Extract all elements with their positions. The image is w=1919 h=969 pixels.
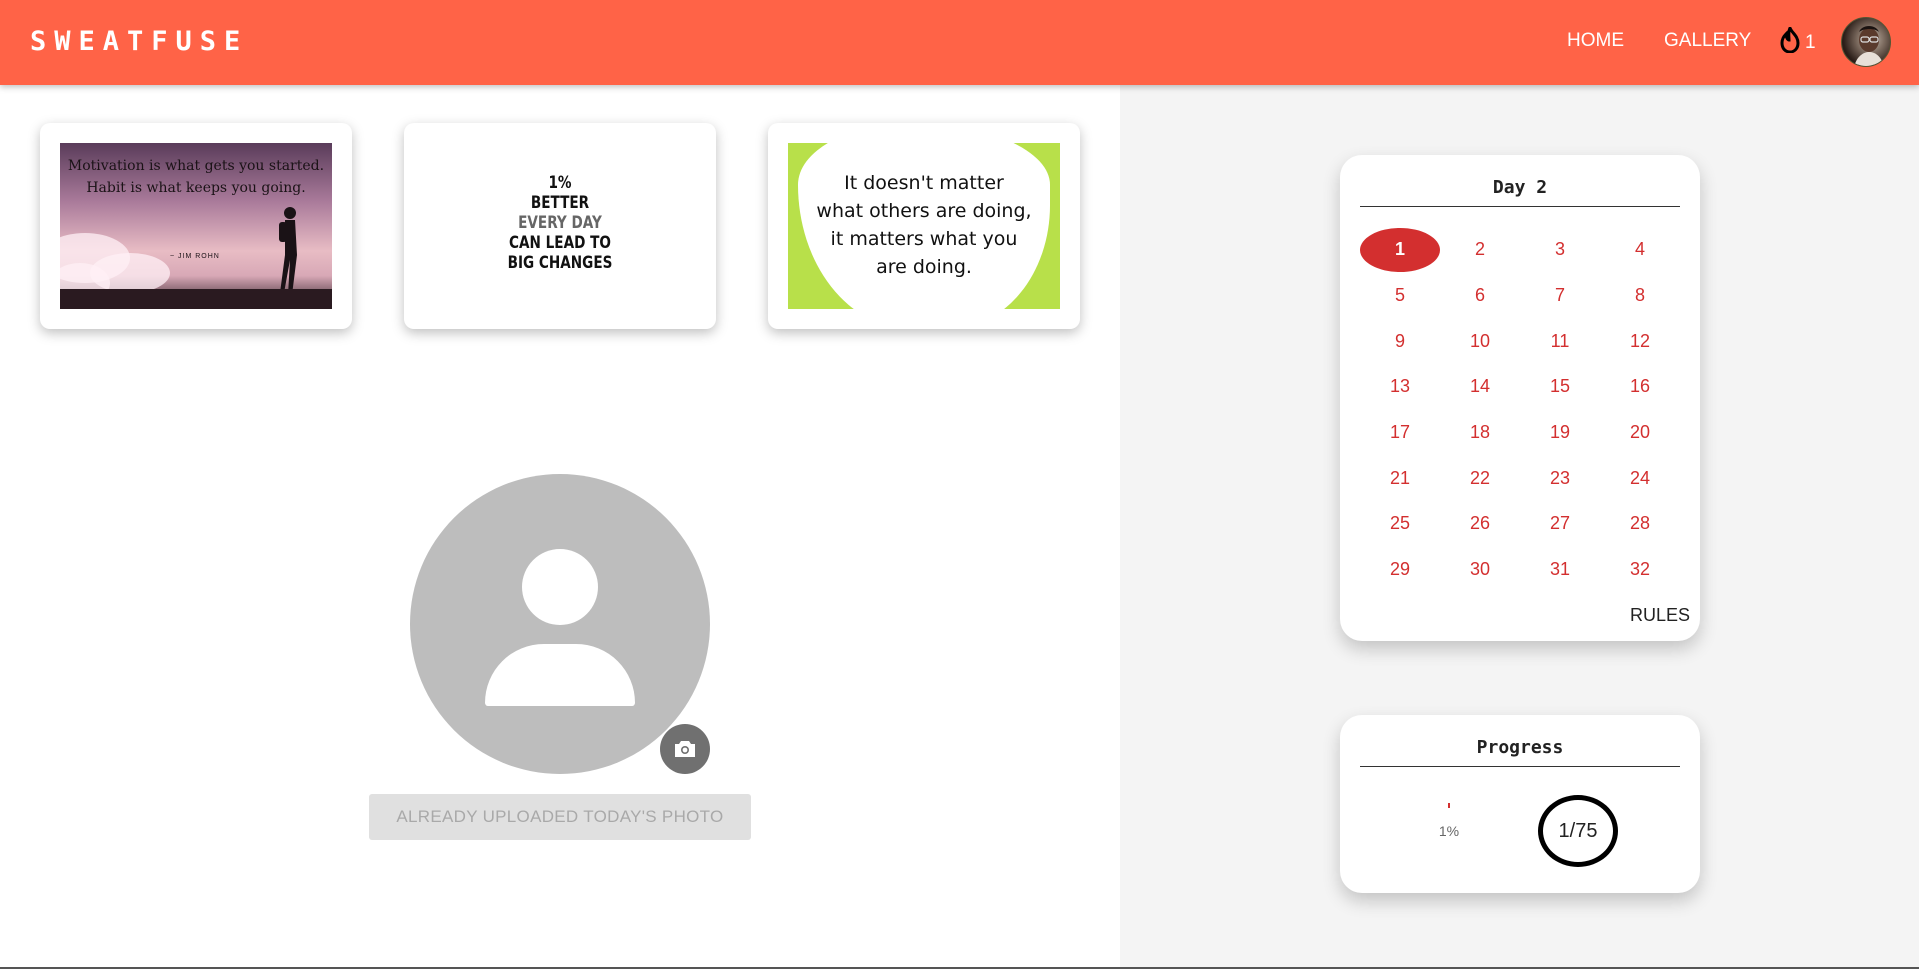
calendar-day[interactable]: 32 (1600, 547, 1680, 593)
calendar-day[interactable]: 15 (1520, 364, 1600, 410)
calendar-day-label: 17 (1389, 422, 1411, 443)
progress-bar-fill (1448, 803, 1450, 808)
calendar-day[interactable]: 5 (1360, 273, 1440, 319)
calendar-card: Day 2 1 2 3 4 5 6 7 8 9 10 11 12 13 14 15 16 17 18 19 20 21 2… (1340, 155, 1700, 641)
calendar-day-label: 10 (1469, 330, 1491, 351)
calendar-day-label: 21 (1389, 467, 1411, 488)
calendar-day[interactable]: 4 (1600, 227, 1680, 273)
calendar-day-label: 28 (1629, 513, 1651, 534)
calendar-day[interactable]: 28 (1600, 501, 1680, 547)
calendar-day[interactable]: 3 (1520, 227, 1600, 273)
calendar-day[interactable]: 19 (1520, 410, 1600, 456)
brand-logo[interactable]: SWEATFUSE (30, 26, 248, 57)
nav-gallery-link[interactable]: GALLERY (1664, 30, 1751, 52)
calendar-day[interactable]: 7 (1520, 273, 1600, 319)
calendar-day[interactable]: 16 (1600, 364, 1680, 410)
calendar-day[interactable]: 14 (1440, 364, 1520, 410)
calendar-day-label: 29 (1389, 559, 1411, 580)
calendar-day-label: 23 (1549, 467, 1571, 488)
calendar-day[interactable]: 1 (1360, 227, 1440, 273)
quote-image-3: It doesn't matter what others are doing,… (788, 143, 1060, 309)
calendar-day-label: 19 (1549, 422, 1571, 443)
person-body-icon (485, 644, 635, 706)
calendar-day-label: 13 (1389, 376, 1411, 397)
hiker-silhouette (279, 207, 297, 295)
calendar-day-label: 3 (1554, 239, 1565, 260)
calendar-day-label: 9 (1394, 330, 1405, 351)
progress-percent: 1% (1438, 823, 1460, 839)
day-grid: 1 2 3 4 5 6 7 8 9 10 11 12 13 14 15 16 17 18 19 20 21 22 23 24 2… (1360, 227, 1680, 593)
calendar-day-label: 6 (1474, 285, 1485, 306)
calendar-day[interactable]: 2 (1440, 227, 1520, 273)
progress-title: Progress (1360, 737, 1680, 767)
calendar-day[interactable]: 6 (1440, 273, 1520, 319)
progress-bar (1448, 803, 1450, 808)
quote-image-2: 1% BETTER EVERY DAY CAN LEAD TO BIG CHAN… (424, 143, 696, 309)
user-avatar[interactable] (1841, 17, 1891, 67)
calendar-day-label: 24 (1629, 467, 1651, 488)
fire-icon (1779, 24, 1801, 58)
calendar-day[interactable]: 27 (1520, 501, 1600, 547)
quote-2-text: 1% BETTER EVERY DAY CAN LEAD TO BIG CHAN… (507, 173, 613, 273)
calendar-day[interactable]: 12 (1600, 318, 1680, 364)
calendar-day[interactable]: 23 (1520, 455, 1600, 501)
calendar-day[interactable]: 9 (1360, 318, 1440, 364)
calendar-day-label: 8 (1634, 285, 1645, 306)
calendar-day-label: 1 (1360, 227, 1440, 272)
nav-home-link[interactable]: HOME (1567, 30, 1624, 52)
rules-link[interactable]: RULES (1630, 605, 1690, 626)
top-navbar: SWEATFUSE HOME GALLERY 1 (0, 0, 1919, 85)
calendar-day-label: 11 (1550, 330, 1570, 351)
upload-photo-button[interactable]: ALREADY UPLOADED TODAY'S PHOTO (369, 794, 751, 840)
calendar-day[interactable]: 25 (1360, 501, 1440, 547)
calendar-day[interactable]: 31 (1520, 547, 1600, 593)
streak-count: 1 (1805, 31, 1816, 53)
progress-count-ring: 1/75 (1538, 795, 1618, 867)
calendar-day-label: 26 (1469, 513, 1491, 534)
calendar-day[interactable]: 24 (1600, 455, 1680, 501)
quote-1-author: ~ JIM ROHN (170, 253, 220, 260)
calendar-day-label: 30 (1469, 559, 1491, 580)
calendar-day-label: 25 (1389, 513, 1411, 534)
calendar-day[interactable]: 17 (1360, 410, 1440, 456)
calendar-day-label: 18 (1469, 422, 1491, 443)
calendar-day[interactable]: 20 (1600, 410, 1680, 456)
calendar-day[interactable]: 8 (1600, 273, 1680, 319)
calendar-day-label: 14 (1469, 376, 1491, 397)
calendar-day-label: 7 (1554, 285, 1565, 306)
calendar-day[interactable]: 22 (1440, 455, 1520, 501)
quote-card-1[interactable]: Motivation is what gets you started. Hab… (40, 123, 352, 329)
calendar-day-label: 16 (1629, 376, 1651, 397)
calendar-day[interactable]: 18 (1440, 410, 1520, 456)
quote-card-3[interactable]: It doesn't matter what others are doing,… (768, 123, 1080, 329)
camera-icon (675, 741, 695, 757)
calendar-day-label: 2 (1474, 239, 1485, 260)
quote-image-1: Motivation is what gets you started. Hab… (60, 143, 332, 309)
calendar-day[interactable]: 11 (1520, 318, 1600, 364)
calendar-day[interactable]: 26 (1440, 501, 1520, 547)
quote-1-text: Motivation is what gets you started. Hab… (67, 158, 325, 196)
calendar-day[interactable]: 30 (1440, 547, 1520, 593)
calendar-day-label: 5 (1394, 285, 1405, 306)
calendar-day[interactable]: 13 (1360, 364, 1440, 410)
quote-3-text: It doesn't matter what others are doing,… (816, 172, 1032, 278)
calendar-day-label: 32 (1629, 559, 1651, 580)
calendar-day-label: 31 (1549, 559, 1571, 580)
photo-placeholder (410, 474, 710, 774)
person-head-icon (522, 549, 598, 625)
camera-button[interactable] (660, 724, 710, 774)
progress-card: Progress 1% 1/75 (1340, 715, 1700, 893)
calendar-day-label: 20 (1629, 422, 1651, 443)
calendar-day[interactable]: 21 (1360, 455, 1440, 501)
streak-indicator: 1 (1779, 24, 1816, 58)
calendar-day-label: 15 (1549, 376, 1571, 397)
calendar-day[interactable]: 10 (1440, 318, 1520, 364)
calendar-day-label: 4 (1634, 239, 1645, 260)
calendar-day-label: 27 (1549, 513, 1571, 534)
calendar-day-label: 22 (1469, 467, 1491, 488)
calendar-title: Day 2 (1360, 177, 1680, 207)
quote-card-2[interactable]: 1% BETTER EVERY DAY CAN LEAD TO BIG CHAN… (404, 123, 716, 329)
calendar-day-label: 12 (1629, 330, 1651, 351)
calendar-day[interactable]: 29 (1360, 547, 1440, 593)
